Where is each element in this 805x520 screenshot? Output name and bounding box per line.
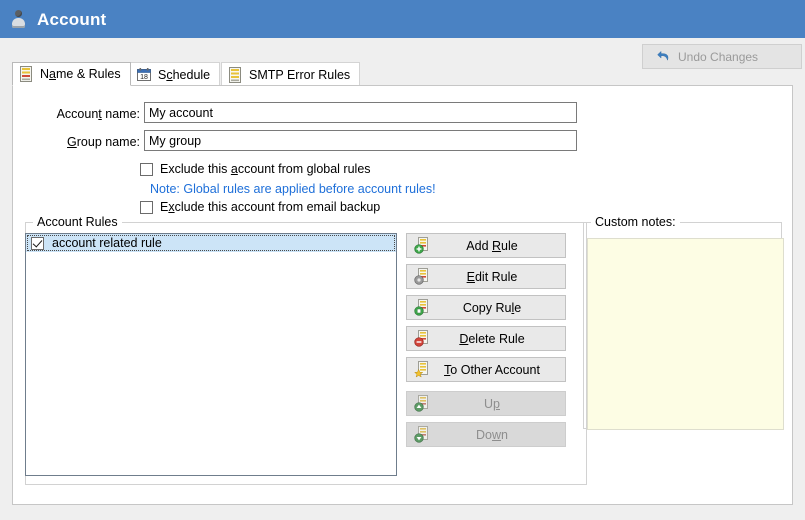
exclude-global-rules-checkbox-row[interactable]: Exclude this account from global rules [140, 162, 371, 176]
rule-move-icon [414, 361, 428, 378]
account-rules-list[interactable]: account related rule [25, 233, 397, 476]
move-rule-up-label: Up [484, 396, 500, 411]
to-other-account-button[interactable]: To Other Account [406, 357, 566, 382]
list-item[interactable]: account related rule [26, 234, 396, 252]
svg-text:18: 18 [140, 74, 148, 81]
exclude-email-backup-label: Exclude this account from email backup [160, 200, 381, 214]
move-rule-up-button[interactable]: Up [406, 391, 566, 416]
copy-rule-label: Copy Rule [462, 300, 522, 315]
rule-up-icon [414, 395, 428, 412]
global-rules-note: Note: Global rules are applied before ac… [150, 182, 436, 196]
account-rules-group-title: Account Rules [33, 215, 122, 229]
rule-delete-icon [414, 330, 428, 347]
rule-edit-icon [414, 268, 428, 285]
exclude-email-backup-checkbox[interactable] [140, 200, 153, 214]
delete-rule-label: Delete Rule [459, 331, 525, 346]
tab-smtp-error-rules[interactable]: SMTP Error Rules [221, 62, 361, 86]
move-rule-down-button[interactable]: Down [406, 422, 566, 447]
window-titlebar: Account [0, 0, 805, 38]
add-rule-button[interactable]: Add Rule [406, 233, 566, 258]
to-other-account-label: To Other Account [444, 362, 540, 377]
tab-schedule[interactable]: 18 Schedule [130, 62, 221, 86]
move-rule-down-label: Down [476, 427, 508, 442]
exclude-email-backup-checkbox-row[interactable]: Exclude this account from email backup [140, 200, 380, 214]
smtp-rules-icon [229, 66, 241, 83]
tab-name-and-rules[interactable]: Name & Rules [12, 62, 131, 86]
tab-name-and-rules-label: Name & Rules [40, 67, 121, 81]
custom-notes-textarea[interactable] [587, 238, 784, 430]
rule-add-icon [414, 237, 428, 254]
tab-schedule-label: Schedule [158, 67, 211, 82]
account-name-label: Account name: [56, 107, 140, 121]
rules-icon [20, 66, 32, 82]
rule-copy-icon [414, 299, 428, 316]
tab-strip: Name & Rules 18 Schedule SMTP Error Rule… [12, 62, 793, 86]
rule-label: account related rule [52, 236, 162, 250]
edit-rule-button[interactable]: Edit Rule [406, 264, 566, 289]
group-name-label: Group name: [67, 135, 140, 149]
calendar-icon: 18 [137, 67, 151, 81]
copy-rule-button[interactable]: Copy Rule [406, 295, 566, 320]
window-title: Account [37, 9, 107, 29]
add-rule-label: Add Rule [466, 238, 518, 253]
account-name-input[interactable] [144, 102, 577, 123]
rule-down-icon [414, 426, 428, 443]
group-name-input[interactable] [144, 130, 577, 151]
tab-smtp-error-rules-label: SMTP Error Rules [249, 67, 351, 82]
edit-rule-label: Edit Rule [466, 269, 518, 284]
user-icon [10, 9, 28, 29]
custom-notes-container [583, 226, 788, 434]
exclude-global-rules-label: Exclude this account from global rules [160, 162, 371, 176]
exclude-global-rules-checkbox[interactable] [140, 162, 153, 176]
delete-rule-button[interactable]: Delete Rule [406, 326, 566, 351]
rule-enabled-checkbox[interactable] [31, 236, 44, 250]
